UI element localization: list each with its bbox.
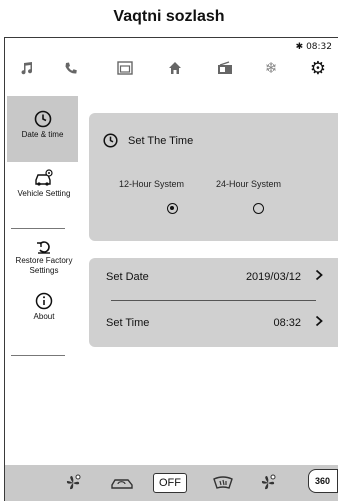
top-navigation: ❄ ⚙	[5, 38, 338, 93]
date-time-panel: Set Date 2019/03/12 Set Time 08:32	[89, 258, 338, 347]
sidebar-divider	[11, 228, 65, 229]
fan-icon[interactable]	[63, 473, 83, 493]
home-icon[interactable]	[165, 58, 185, 78]
climate-bar: OFF 360	[5, 465, 338, 501]
set-date-label: Set Date	[106, 271, 149, 283]
sidebar-item-label: Vehicle Setting	[17, 189, 71, 198]
360-view-label: 360	[308, 469, 338, 493]
sidebar-item-label: About	[33, 312, 55, 321]
climate-icon[interactable]: ❄	[261, 58, 281, 78]
sidebar-item-vehicle-setting[interactable]: Vehicle Setting	[9, 169, 79, 215]
car-recirculate-icon[interactable]	[109, 473, 135, 493]
sidebar-item-restore-factory[interactable]: Restore Factory Settings	[9, 240, 79, 286]
info-icon	[35, 292, 53, 310]
head-unit-screen: ✱ 08:32 ❄ ⚙ Date & time Vehicle Setting …	[4, 37, 338, 501]
row-divider	[111, 300, 316, 301]
set-time-value: 08:32	[273, 317, 301, 329]
set-time-label: Set Time	[106, 317, 150, 329]
radio-24-hour[interactable]	[253, 203, 264, 214]
sidebar-item-date-time[interactable]: Date & time	[7, 96, 78, 162]
music-icon[interactable]	[17, 58, 37, 78]
phone-icon[interactable]	[61, 58, 81, 78]
off-button[interactable]: OFF	[153, 473, 187, 493]
windshield-heat-icon[interactable]	[211, 473, 235, 493]
chevron-right-icon	[315, 315, 323, 327]
clock-icon	[34, 110, 51, 128]
fan-auto-icon[interactable]	[257, 473, 279, 493]
sidebar-item-label: Date & time	[21, 130, 64, 139]
set-time-title: Set The Time	[128, 134, 194, 147]
restore-icon	[37, 241, 50, 254]
set-time-panel: Set The Time 12-Hour System 24-Hour Syst…	[89, 113, 338, 241]
sidebar-divider	[11, 355, 65, 356]
page-caption: Vaqtni sozlash	[113, 8, 225, 25]
set-date-row[interactable]: Set Date 2019/03/12	[89, 258, 338, 294]
sidebar-item-about[interactable]: About	[9, 292, 79, 338]
radio-12-hour[interactable]	[167, 203, 178, 214]
sidebar-item-label: Restore Factory Settings	[15, 256, 73, 275]
settings-icon[interactable]: ⚙	[308, 58, 328, 78]
car-settings-icon	[35, 169, 53, 186]
clock-icon	[103, 133, 118, 148]
radio-icon[interactable]	[215, 58, 235, 78]
set-time-row[interactable]: Set Time 08:32	[89, 304, 338, 340]
360-view-button[interactable]: 360	[308, 469, 338, 493]
set-date-value: 2019/03/12	[245, 271, 301, 283]
set-time-header: Set The Time	[103, 133, 193, 148]
chevron-right-icon	[315, 269, 323, 281]
option-12-hour-label: 12-Hour System	[119, 179, 185, 189]
apps-icon[interactable]	[115, 58, 135, 78]
off-button-label: OFF	[153, 473, 187, 493]
option-24-hour-label: 24-Hour System	[216, 179, 282, 189]
settings-sidebar: Date & time Vehicle Setting Restore Fact…	[5, 96, 84, 396]
